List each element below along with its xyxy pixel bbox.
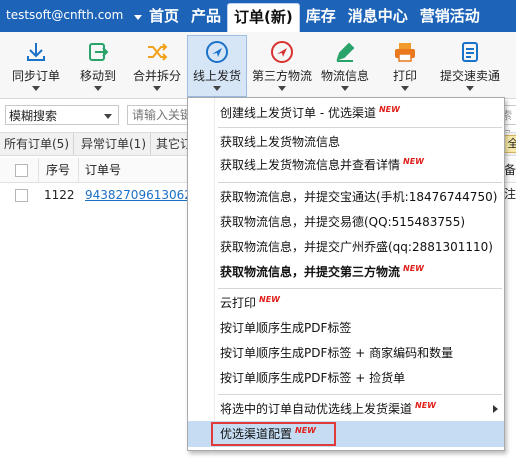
download-icon: [27, 43, 45, 61]
select-all-checkbox[interactable]: [15, 164, 28, 177]
chevron-down-icon: [134, 15, 142, 20]
nav-tab-inventory[interactable]: 库存: [300, 3, 342, 29]
clipboard-icon: [462, 42, 478, 62]
new-badge: NEW: [259, 295, 280, 304]
menu-item-submit-guangzhou-qiaosheng[interactable]: 获取物流信息，并提交广州乔盛(qq:2881301110): [188, 234, 504, 260]
menu-item-label: 按订单顺序生成PDF标签 + 商家编码和数量: [220, 346, 454, 360]
menu-item-preferred-channel-config[interactable]: 优选渠道配置 NEW: [188, 421, 504, 447]
logistics-info-button[interactable]: 物流信息: [316, 36, 374, 94]
tab-exception-orders[interactable]: 异常订单(1): [77, 133, 151, 155]
top-navigation-bar: testsoft@cnfth.com 首页 产品 订单(新) 库存 消息中心 营…: [0, 0, 516, 32]
nav-tab-home[interactable]: 首页: [143, 3, 185, 29]
chevron-down-icon: [278, 86, 286, 91]
logistics-info-label: 物流信息: [320, 69, 369, 83]
nav-tab-messages[interactable]: 消息中心: [342, 3, 414, 29]
menu-item-auto-select-shipping-channel[interactable]: 将选中的订单自动优选线上发货渠道 NEW: [188, 396, 504, 422]
menu-item-submit-baotongda[interactable]: 获取物流信息，并提交宝通达(手机:18476744750): [188, 184, 504, 210]
menu-item-cloud-print[interactable]: 云打印 NEW: [188, 290, 504, 316]
submit-aliexpress-button[interactable]: 提交速卖通: [436, 36, 504, 94]
print-button[interactable]: 打印: [382, 36, 428, 94]
sync-orders-button[interactable]: 同步订单: [6, 36, 66, 94]
account-email: testsoft@cnfth.com: [6, 8, 124, 22]
new-badge: NEW: [378, 105, 400, 114]
menu-item-get-logistics-info-details[interactable]: 获取线上发货物流信息并查看详情 NEW: [188, 152, 504, 178]
chevron-down-icon: [213, 86, 221, 91]
tab-all-orders[interactable]: 所有订单(5): [0, 133, 74, 155]
chevron-down-icon: [153, 86, 161, 91]
row-seq: 1122: [44, 188, 75, 202]
sync-orders-label: 同步订单: [11, 69, 60, 83]
menu-item-label: 将选中的订单自动优选线上发货渠道: [220, 402, 413, 416]
menu-item-label: 创建线上发货订单 - 优选渠道: [220, 106, 376, 120]
column-divider: [78, 158, 79, 182]
row-checkbox[interactable]: [15, 189, 28, 202]
airplane-red-icon: [271, 41, 293, 63]
menu-item-submit-third-party-logistics[interactable]: 获取物流信息，并提交第三方物流 NEW: [188, 259, 504, 285]
new-badge: NEW: [295, 426, 316, 435]
move-to-button[interactable]: 移动到: [70, 36, 126, 94]
nav-tab-marketing[interactable]: 营销活动: [414, 3, 486, 29]
new-badge: NEW: [403, 157, 424, 166]
menu-separator: [218, 127, 502, 128]
menu-item-label: 获取线上发货物流信息并查看详情: [220, 158, 401, 172]
chevron-down-icon: [32, 86, 40, 91]
menu-item-generate-pdf-labels-sku-qty[interactable]: 按订单顺序生成PDF标签 + 商家编码和数量: [188, 340, 504, 366]
online-shipping-label: 线上发货: [192, 69, 241, 83]
printer-icon: [395, 43, 415, 62]
menu-item-label: 获取物流信息，并提交宝通达(手机:18476744750): [220, 190, 498, 204]
search-mode-value: 模糊搜索: [9, 109, 58, 123]
merge-split-label: 合并拆分: [132, 69, 181, 83]
column-header-remark: 备注: [504, 163, 516, 201]
new-badge: NEW: [415, 401, 436, 410]
account-menu[interactable]: testsoft@cnfth.com: [6, 8, 142, 22]
third-party-logistics-button[interactable]: 第三方物流: [249, 36, 315, 94]
new-badge: NEW: [403, 264, 424, 273]
menu-item-label: 按订单顺序生成PDF标签: [220, 321, 352, 335]
online-shipping-button[interactable]: 线上发货: [187, 35, 247, 97]
menu-item-create-online-shipping-order[interactable]: 创建线上发货订单 - 优选渠道 NEW: [188, 100, 504, 126]
print-label: 打印: [392, 69, 417, 83]
third-party-logistics-label: 第三方物流: [251, 69, 312, 83]
menu-item-label: 优选渠道配置: [220, 427, 293, 441]
row-order-no-link[interactable]: 94382709613062: [85, 183, 192, 207]
menu-item-label: 云打印: [220, 296, 257, 310]
column-divider: [38, 158, 39, 182]
menu-item-label: 获取物流信息，并提交易德(QQ:515483755): [220, 215, 466, 229]
menu-separator: [218, 182, 502, 183]
merge-split-button[interactable]: 合并拆分: [128, 36, 186, 94]
chevron-down-icon: [466, 86, 474, 91]
menu-separator: [218, 394, 502, 395]
submit-aliexpress-label: 提交速卖通: [439, 69, 500, 83]
chevron-down-icon: [341, 86, 349, 91]
menu-item-generate-pdf-labels-picklist[interactable]: 按订单顺序生成PDF标签 + 捡货单: [188, 365, 504, 391]
shuffle-icon: [148, 43, 168, 61]
pen-icon: [336, 42, 355, 62]
chevron-right-icon: [493, 405, 498, 413]
airplane-icon: [206, 41, 228, 63]
chevron-down-icon: [401, 86, 409, 91]
nav-tab-orders[interactable]: 订单(新): [227, 3, 300, 32]
chevron-down-icon: [94, 86, 102, 91]
column-header-seq: 序号: [46, 163, 71, 177]
main-nav-tabs: 首页 产品 订单(新) 库存 消息中心 营销活动: [143, 3, 486, 32]
menu-item-submit-yide[interactable]: 获取物流信息，并提交易德(QQ:515483755): [188, 209, 504, 235]
move-to-label: 移动到: [79, 69, 116, 83]
nav-tab-products[interactable]: 产品: [185, 3, 227, 29]
search-mode-select[interactable]: 模糊搜索: [5, 105, 119, 125]
online-shipping-dropdown-menu: 创建线上发货订单 - 优选渠道 NEW 获取线上发货物流信息 获取线上发货物流信息…: [187, 97, 505, 451]
menu-item-label: 获取物流信息，并提交广州乔盛(qq:2881301110): [220, 240, 493, 254]
menu-item-label: 获取物流信息，并提交第三方物流: [220, 265, 401, 279]
column-header-order-no: 订单号: [85, 163, 122, 177]
order-toolbar: 同步订单 移动到 合并拆分 线上发货 第三方物流 物流信息 打印 提交速卖通: [0, 32, 516, 99]
move-to-icon: [89, 43, 109, 61]
menu-item-generate-pdf-labels[interactable]: 按订单顺序生成PDF标签: [188, 315, 504, 341]
menu-separator: [218, 288, 502, 289]
menu-item-label: 按订单顺序生成PDF标签 + 捡货单: [220, 371, 406, 385]
chevron-down-icon: [104, 114, 112, 119]
select-all-button[interactable]: 全: [504, 135, 516, 153]
